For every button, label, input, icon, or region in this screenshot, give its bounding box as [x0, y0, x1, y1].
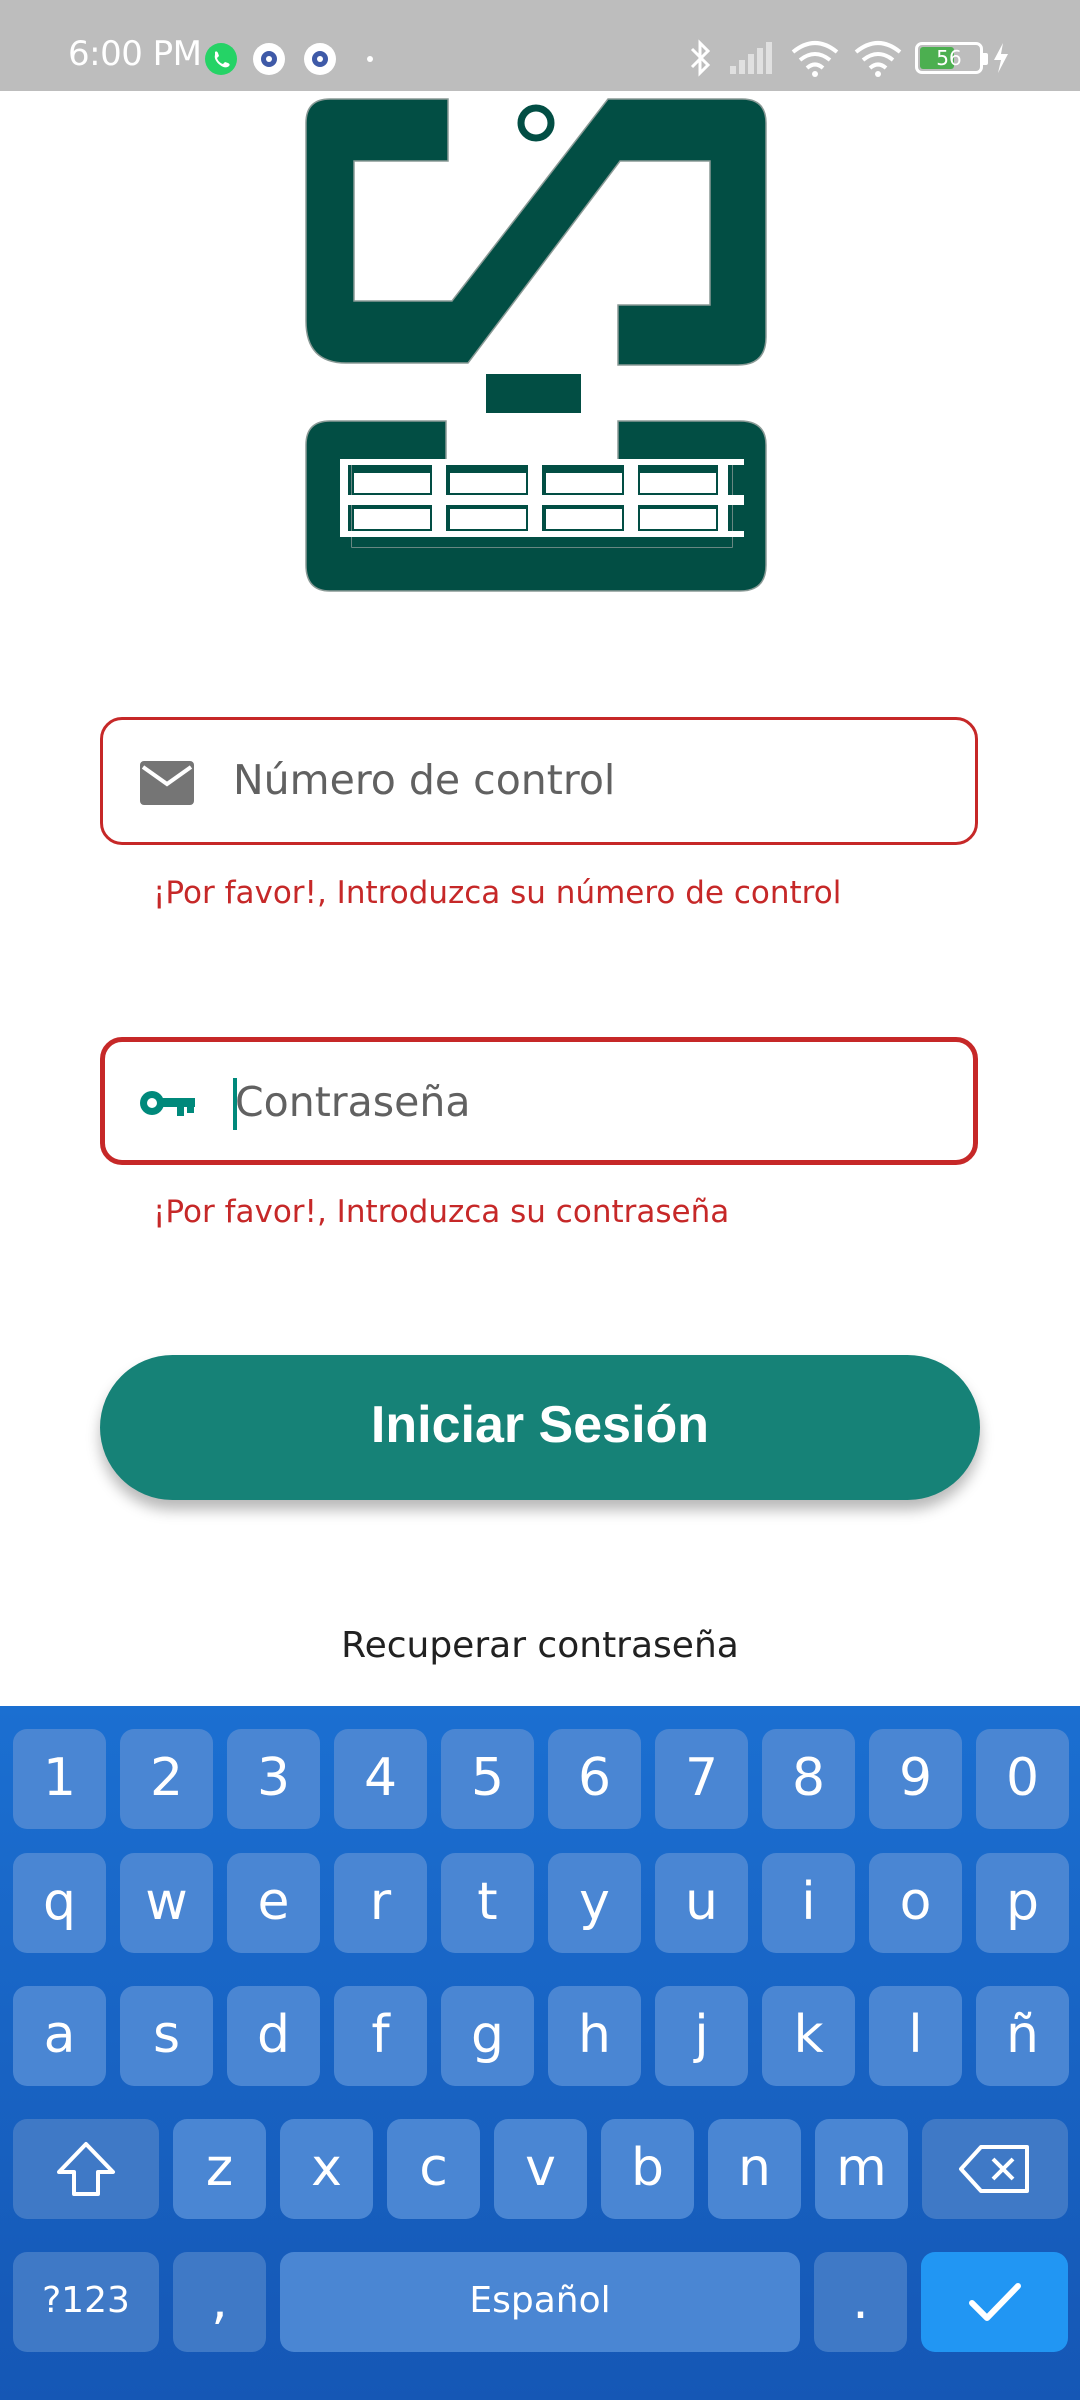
key-8[interactable]: 8 [762, 1729, 855, 1829]
key-y[interactable]: y [548, 1853, 641, 1953]
key-h[interactable]: h [548, 1986, 641, 2086]
key-j[interactable]: j [655, 1986, 748, 2086]
shift-arrow-icon [57, 2142, 115, 2196]
key-k[interactable]: k [762, 1986, 855, 2086]
key-c[interactable]: c [387, 2119, 480, 2219]
login-button[interactable]: Iniciar Sesión [100, 1355, 980, 1500]
wifi-icon [854, 41, 902, 77]
mail-icon [140, 761, 194, 805]
key-l[interactable]: l [869, 1986, 962, 2086]
key-2[interactable]: 2 [120, 1729, 213, 1829]
settings-app-icon [304, 43, 336, 75]
key-z[interactable]: z [173, 2119, 266, 2219]
key-6[interactable]: 6 [548, 1729, 641, 1829]
checkmark-icon [968, 2283, 1021, 2321]
battery-level: 56 [936, 46, 962, 70]
key-u[interactable]: u [655, 1853, 748, 1953]
bluetooth-icon [690, 39, 711, 77]
key-icon [140, 1091, 195, 1116]
more-notifications-icon [367, 56, 373, 62]
key-9[interactable]: 9 [869, 1729, 962, 1829]
key-f[interactable]: f [334, 1986, 427, 2086]
wifi-icon [791, 41, 839, 77]
comma-key[interactable]: , [173, 2252, 266, 2352]
done-key[interactable] [921, 2252, 1068, 2352]
signal-icon [730, 42, 772, 74]
key-t[interactable]: t [441, 1853, 534, 1953]
control-number-field[interactable]: Número de control [100, 717, 978, 845]
recover-password-link[interactable]: Recuperar contraseña [0, 1625, 1080, 1666]
whatsapp-icon [205, 43, 237, 75]
key-q[interactable]: q [13, 1853, 106, 1953]
settings-app-icon [253, 43, 285, 75]
shift-key[interactable] [13, 2119, 159, 2219]
key-i[interactable]: i [762, 1853, 855, 1953]
key-w[interactable]: w [120, 1853, 213, 1953]
key-s[interactable]: s [120, 1986, 213, 2086]
status-bar: 6:00 PM 56 [0, 0, 1080, 91]
key-v[interactable]: v [494, 2119, 587, 2219]
key-b[interactable]: b [601, 2119, 694, 2219]
backspace-key[interactable] [922, 2119, 1068, 2219]
key-g[interactable]: g [441, 1986, 534, 2086]
control-number-placeholder: Número de control [233, 756, 616, 804]
key-o[interactable]: o [869, 1853, 962, 1953]
key-m[interactable]: m [815, 2119, 908, 2219]
period-key[interactable]: . [814, 2252, 907, 2352]
password-error: ¡Por favor!, Introduzca su contraseña [153, 1194, 730, 1230]
key-n-tilde[interactable]: ñ [976, 1986, 1069, 2086]
key-0[interactable]: 0 [976, 1729, 1069, 1829]
password-placeholder: Contraseña [235, 1078, 471, 1126]
charging-bolt-icon [994, 43, 1008, 73]
key-n[interactable]: n [708, 2119, 801, 2219]
key-3[interactable]: 3 [227, 1729, 320, 1829]
key-r[interactable]: r [334, 1853, 427, 1953]
login-button-label: Iniciar Sesión [370, 1396, 710, 1454]
key-e[interactable]: e [227, 1853, 320, 1953]
symbols-key[interactable]: ?123 [13, 2252, 159, 2352]
key-7[interactable]: 7 [655, 1729, 748, 1829]
key-x[interactable]: x [280, 2119, 373, 2219]
key-a[interactable]: a [13, 1986, 106, 2086]
key-5[interactable]: 5 [441, 1729, 534, 1829]
key-4[interactable]: 4 [334, 1729, 427, 1829]
battery-icon: 56 [915, 42, 988, 74]
app-logo [305, 98, 767, 592]
backspace-icon [959, 2145, 1029, 2193]
key-1[interactable]: 1 [13, 1729, 106, 1829]
space-key[interactable]: Español [280, 2252, 800, 2352]
password-field[interactable]: Contraseña [100, 1037, 978, 1165]
key-p[interactable]: p [976, 1853, 1069, 1953]
status-time: 6:00 PM [68, 34, 202, 74]
soft-keyboard: 1 2 3 4 5 6 7 8 9 0 q w e r t y u i o p … [0, 1706, 1080, 2400]
key-d[interactable]: d [227, 1986, 320, 2086]
control-number-error: ¡Por favor!, Introduzca su número de con… [153, 875, 842, 911]
